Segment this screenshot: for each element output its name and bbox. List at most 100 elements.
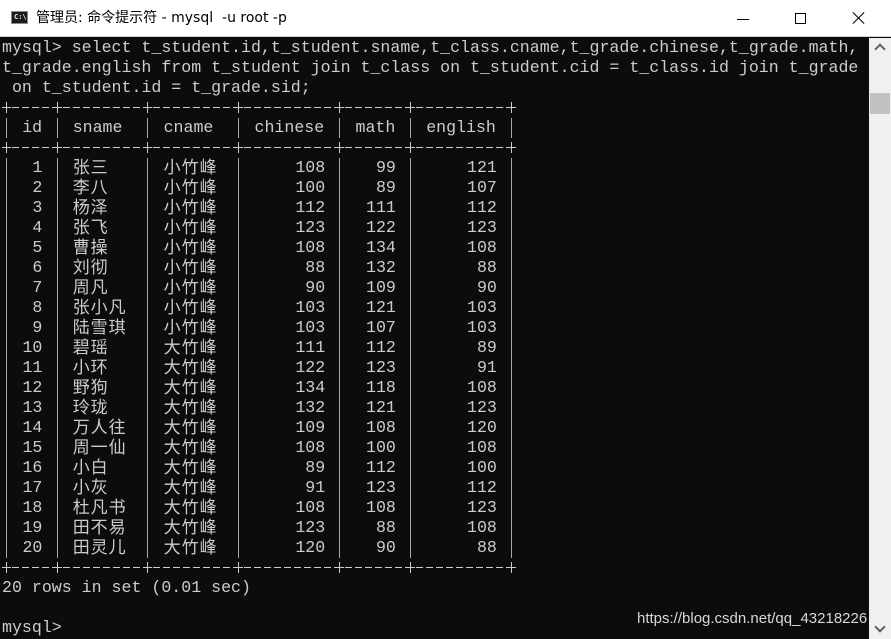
cell-cname: 小竹峰 <box>163 278 218 298</box>
cell-id: 3 <box>32 198 43 217</box>
column-separator <box>511 478 512 498</box>
border-dash <box>244 567 336 568</box>
column-separator <box>511 438 512 458</box>
column-separator <box>410 398 411 418</box>
cell-sname: 杜凡书 <box>72 498 127 518</box>
column-separator <box>238 438 240 458</box>
cell-chinese: 120 <box>295 538 326 557</box>
minimize-icon <box>737 19 749 20</box>
cell-math: 88 <box>375 518 396 537</box>
column-separator <box>410 478 411 498</box>
cell-id: 15 <box>22 438 43 457</box>
column-separator <box>339 318 341 338</box>
minimize-button[interactable] <box>714 0 772 37</box>
column-separator <box>6 498 7 518</box>
column-separator <box>56 458 58 478</box>
column-separator <box>410 418 411 438</box>
cell-cname: 大竹峰 <box>163 398 218 418</box>
cell-chinese: 108 <box>295 498 326 517</box>
column-separator <box>511 158 512 178</box>
column-separator <box>410 178 411 198</box>
maximize-button[interactable] <box>772 0 830 37</box>
table-row: 15 周一仙 大竹峰 108 100 108 <box>2 438 522 458</box>
cell-sname: 刘彻 <box>72 258 109 278</box>
column-separator <box>238 118 240 138</box>
terminal-output[interactable]: mysql> select t_student.id,t_student.sna… <box>0 38 869 639</box>
close-button[interactable] <box>830 0 888 37</box>
column-separator <box>339 338 341 358</box>
border-dash <box>345 147 406 148</box>
column-separator <box>6 118 7 138</box>
scroll-down-icon[interactable] <box>869 622 891 639</box>
column-separator <box>511 178 512 198</box>
scroll-up-icon[interactable] <box>869 38 891 55</box>
cell-sname: 周凡 <box>72 278 109 298</box>
border-dash <box>416 107 507 108</box>
cell-math: 109 <box>366 278 396 297</box>
column-separator <box>238 498 240 518</box>
cell-chinese: 89 <box>305 458 326 477</box>
column-separator <box>339 258 341 278</box>
column-separator <box>339 158 341 178</box>
column-separator <box>339 498 341 518</box>
cell-english: 88 <box>476 538 497 557</box>
column-separator <box>6 378 7 398</box>
border-dash <box>153 147 235 148</box>
cell-sname: 杨泽 <box>72 198 109 218</box>
cell-sname: 野狗 <box>72 378 109 398</box>
column-separator <box>147 218 149 238</box>
border-dash <box>244 107 336 108</box>
border-plus <box>335 102 345 113</box>
column-separator <box>511 338 512 358</box>
column-separator <box>511 198 512 218</box>
column-separator <box>6 478 7 498</box>
column-separator <box>339 118 341 138</box>
column-separator <box>6 458 7 478</box>
scroll-thumb[interactable] <box>870 93 890 114</box>
column-separator <box>410 238 411 258</box>
cell-cname: 大竹峰 <box>163 538 218 558</box>
cell-english: 89 <box>476 338 497 357</box>
column-separator <box>56 298 58 318</box>
border-plus <box>507 102 516 113</box>
vertical-scrollbar[interactable] <box>869 38 891 639</box>
table-row: 10 碧瑶 大竹峰 111 112 89 <box>2 338 522 358</box>
result-summary: 20 rows in set (0.01 sec) <box>2 578 251 597</box>
border-plus <box>143 102 153 113</box>
column-separator <box>511 378 512 398</box>
title-bar[interactable]: C:\. 管理员: 命令提示符 - mysql -u root -p <box>0 0 891 37</box>
column-separator <box>56 318 58 338</box>
window-title: 管理员: 命令提示符 - mysql -u root -p <box>36 10 287 26</box>
table-row: 12 野狗 大竹峰 134 118 108 <box>2 378 522 398</box>
column-separator <box>238 238 240 258</box>
cell-math: 90 <box>375 538 396 557</box>
command-line-2: t_grade.english from t_student join t_cl… <box>2 58 859 77</box>
column-separator <box>511 218 512 238</box>
table-row: 6 刘彻 小竹峰 88 132 88 <box>2 258 522 278</box>
column-header-id: id <box>22 118 43 137</box>
cell-cname: 大竹峰 <box>163 338 218 358</box>
cell-id: 8 <box>32 298 43 317</box>
cell-english: 123 <box>467 218 497 237</box>
column-separator <box>147 478 149 498</box>
column-separator <box>6 318 7 338</box>
mysql-prompt[interactable]: mysql> <box>2 618 62 638</box>
column-separator <box>410 438 411 458</box>
cmd-icon[interactable]: C:\. <box>11 11 31 24</box>
cell-chinese: 108 <box>295 158 326 177</box>
column-separator <box>238 198 240 218</box>
column-separator <box>511 278 512 298</box>
table-header-row: id sname cname chinese math english <box>2 118 522 138</box>
column-separator <box>56 398 58 418</box>
border-dash <box>12 567 53 568</box>
column-separator <box>238 218 240 238</box>
table-row: 4 张飞 小竹峰 123 122 123 <box>2 218 522 238</box>
cell-chinese: 123 <box>295 518 326 537</box>
column-separator <box>511 118 512 138</box>
cell-id: 19 <box>22 518 43 537</box>
border-plus <box>52 102 62 113</box>
column-separator <box>339 538 341 558</box>
column-separator <box>56 498 58 518</box>
column-separator <box>339 278 341 298</box>
column-separator <box>6 218 7 238</box>
